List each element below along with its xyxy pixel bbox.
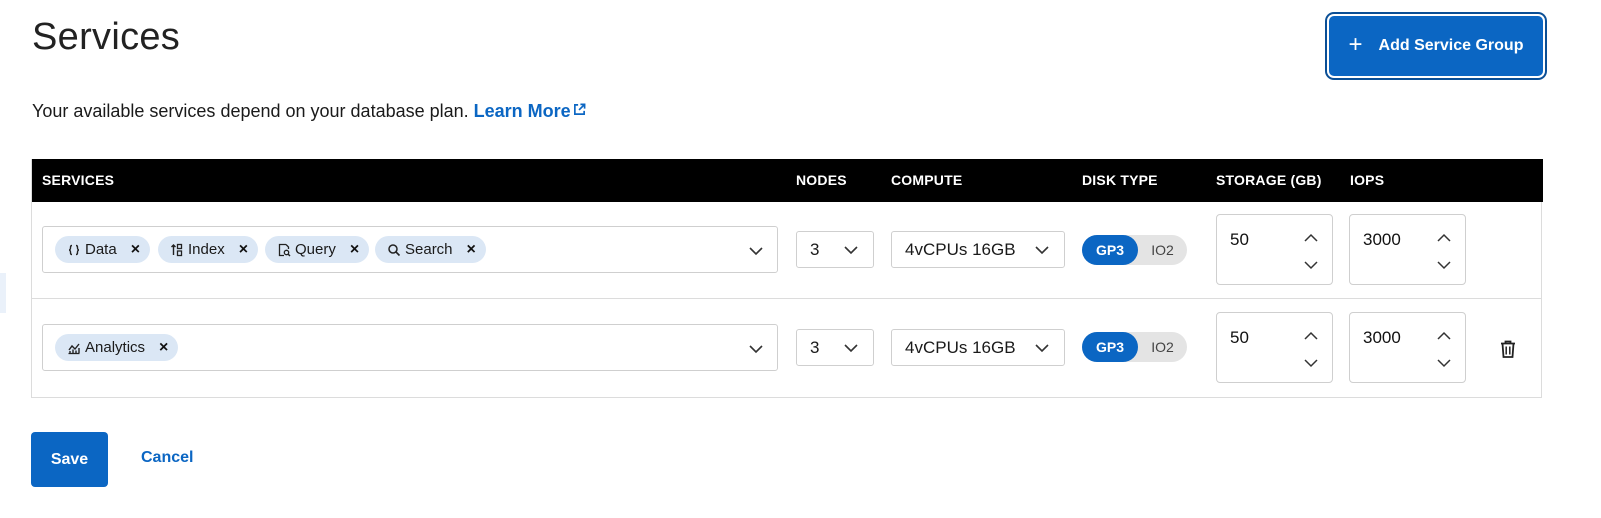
chevron-down-icon <box>1035 344 1049 353</box>
learn-more-link[interactable]: Learn More <box>474 101 586 121</box>
external-link-icon <box>573 103 586 115</box>
chip-label: Query <box>295 241 336 258</box>
chip-label: Analytics <box>85 339 146 356</box>
chevron-up-icon[interactable] <box>1437 232 1451 244</box>
chevron-down-icon[interactable] <box>1304 259 1318 271</box>
left-edge-indicator <box>0 273 6 313</box>
learn-more-label: Learn More <box>473 101 571 121</box>
header-services: SERVICES <box>42 172 115 188</box>
disk-type-toggle: GP3 IO2 <box>1082 332 1187 362</box>
service-chip-search: Search × <box>375 236 486 263</box>
iops-value: 3000 <box>1363 328 1401 347</box>
compute-value: 4vCPUs 16GB <box>905 337 1016 357</box>
iops-stepper[interactable]: 3000 <box>1349 214 1466 285</box>
nodes-value: 3 <box>810 337 820 357</box>
disk-type-gp3[interactable]: GP3 <box>1082 332 1138 362</box>
header-compute: COMPUTE <box>891 172 963 188</box>
braces-icon <box>68 244 80 255</box>
compute-value: 4vCPUs 16GB <box>905 239 1016 259</box>
page-title: Services <box>32 16 181 58</box>
chevron-up-icon[interactable] <box>1304 232 1318 244</box>
table-row: Analytics × 3 4vCPUs 16GB GP3 IO2 50 300… <box>32 299 1541 396</box>
disk-type-io2[interactable]: IO2 <box>1138 332 1187 362</box>
iops-value: 3000 <box>1363 230 1401 249</box>
service-chip-query: Query × <box>265 236 370 263</box>
chevron-down-icon <box>844 344 858 353</box>
remove-chip-icon[interactable]: × <box>239 241 248 258</box>
nodes-select[interactable]: 3 <box>796 231 874 268</box>
iops-stepper[interactable]: 3000 <box>1349 312 1466 383</box>
index-sort-icon <box>171 243 183 256</box>
chevron-up-icon[interactable] <box>1437 330 1451 342</box>
chip-label: Data <box>85 241 117 258</box>
add-service-group-button[interactable]: + Add Service Group <box>1329 16 1543 76</box>
header-storage: STORAGE (GB) <box>1216 172 1322 188</box>
chevron-down-icon[interactable] <box>1304 357 1318 369</box>
services-multiselect[interactable]: Data × Index × Query × Search × <box>42 226 778 273</box>
disk-type-gp3[interactable]: GP3 <box>1082 235 1138 265</box>
remove-chip-icon[interactable]: × <box>350 241 359 258</box>
header-nodes: NODES <box>796 172 847 188</box>
remove-chip-icon[interactable]: × <box>159 339 168 356</box>
compute-select[interactable]: 4vCPUs 16GB <box>891 329 1065 366</box>
trash-icon[interactable] <box>1499 339 1517 359</box>
nodes-select[interactable]: 3 <box>796 329 874 366</box>
storage-stepper[interactable]: 50 <box>1216 214 1333 285</box>
chevron-up-icon[interactable] <box>1304 330 1318 342</box>
service-chip-analytics: Analytics × <box>55 334 179 361</box>
query-document-icon <box>278 243 291 256</box>
chevron-down-icon[interactable] <box>1437 259 1451 271</box>
services-multiselect[interactable]: Analytics × <box>42 324 778 371</box>
remove-chip-icon[interactable]: × <box>467 241 476 258</box>
storage-value: 50 <box>1230 230 1249 249</box>
nodes-value: 3 <box>810 239 820 259</box>
storage-stepper[interactable]: 50 <box>1216 312 1333 383</box>
header-disk-type: DISK TYPE <box>1082 172 1158 188</box>
compute-select[interactable]: 4vCPUs 16GB <box>891 231 1065 268</box>
chevron-down-icon <box>749 247 763 256</box>
chip-label: Search <box>405 241 453 258</box>
chevron-down-icon <box>844 246 858 255</box>
service-chip-data: Data × <box>55 236 151 263</box>
remove-chip-icon[interactable]: × <box>131 241 140 258</box>
table-row: Data × Index × Query × Search × 3 4vCPUs… <box>32 202 1541 299</box>
disk-type-io2[interactable]: IO2 <box>1138 235 1187 265</box>
page-description: Your available services depend on your d… <box>32 101 586 122</box>
services-table: SERVICES NODES COMPUTE DISK TYPE STORAGE… <box>31 159 1543 398</box>
service-chip-index: Index × <box>158 236 259 263</box>
chevron-down-icon <box>749 345 763 354</box>
table-header: SERVICES NODES COMPUTE DISK TYPE STORAGE… <box>32 159 1543 202</box>
description-text: Your available services depend on your d… <box>32 101 469 121</box>
cancel-button[interactable]: Cancel <box>141 449 193 467</box>
chevron-down-icon <box>1035 246 1049 255</box>
disk-type-toggle: GP3 IO2 <box>1082 235 1187 265</box>
plus-icon: + <box>1348 31 1363 58</box>
chevron-down-icon[interactable] <box>1437 357 1451 369</box>
analytics-chart-icon <box>68 343 80 354</box>
chip-label: Index <box>188 241 225 258</box>
header-iops: IOPS <box>1350 172 1385 188</box>
search-icon <box>388 243 401 256</box>
save-button[interactable]: Save <box>31 432 108 487</box>
add-service-group-label: Add Service Group <box>1378 37 1524 54</box>
storage-value: 50 <box>1230 328 1249 347</box>
